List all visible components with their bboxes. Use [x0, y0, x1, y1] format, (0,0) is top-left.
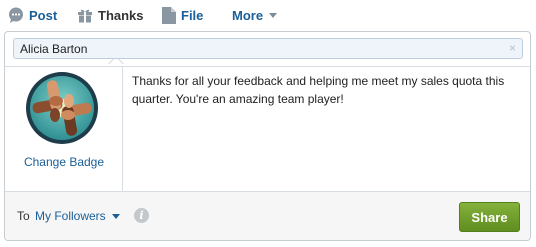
- to-label: To: [17, 209, 30, 223]
- recipient-field[interactable]: Alicia Barton ×: [13, 38, 523, 59]
- recipient-name: Alicia Barton: [20, 41, 88, 56]
- badge-panel: Change Badge: [5, 67, 123, 191]
- tab-post-label: Post: [29, 7, 58, 23]
- tab-more[interactable]: More: [232, 0, 278, 30]
- publisher-tab-bar: Post Thanks File More: [0, 0, 536, 30]
- speech-bubble-icon: [9, 7, 23, 23]
- change-badge-link[interactable]: Change Badge: [5, 155, 123, 169]
- tab-file[interactable]: File: [162, 0, 203, 30]
- tab-post[interactable]: Post: [8, 0, 57, 30]
- share-button[interactable]: Share: [459, 202, 520, 232]
- thanks-message-textarea[interactable]: Thanks for all your feedback and helping…: [132, 72, 524, 108]
- thanks-publisher: Alicia Barton × Change Badge Thanks for …: [4, 31, 531, 241]
- tab-thanks[interactable]: Thanks: [77, 0, 144, 30]
- clear-recipient-icon[interactable]: ×: [509, 41, 516, 55]
- gift-icon: [78, 9, 92, 23]
- chevron-down-icon: [269, 12, 278, 18]
- tab-thanks-label: Thanks: [98, 7, 144, 23]
- chevron-down-icon: [111, 213, 120, 219]
- document-icon: [162, 6, 176, 24]
- info-icon[interactable]: i: [134, 208, 149, 223]
- teamwork-hands-badge-icon[interactable]: [25, 71, 99, 145]
- audience-label: My Followers: [35, 209, 106, 223]
- tab-file-label: File: [181, 7, 204, 23]
- publisher-footer: To My Followers i Share: [5, 191, 530, 240]
- tab-more-label: More: [232, 7, 264, 23]
- audience-dropdown[interactable]: My Followers: [35, 209, 120, 223]
